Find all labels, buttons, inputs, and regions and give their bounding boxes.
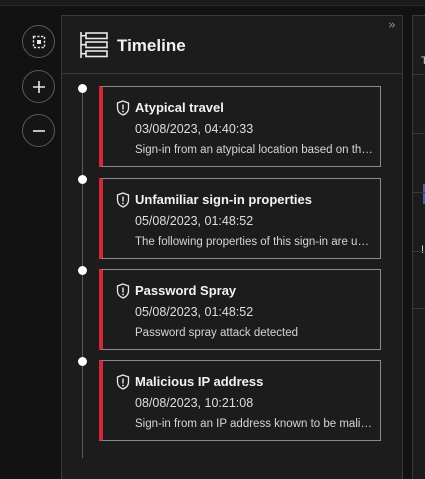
details-panel-label: T	[421, 55, 425, 67]
zoom-in-button[interactable]	[22, 70, 55, 103]
details-panel-divider	[413, 192, 425, 193]
timeline-dot	[78, 175, 87, 184]
top-bar	[0, 0, 425, 6]
fit-to-screen-button[interactable]	[22, 25, 55, 58]
minus-icon	[32, 129, 45, 132]
details-panel-label: I	[421, 244, 425, 256]
card-description: The following properties of this sign-in…	[135, 236, 375, 248]
shield-alert-icon	[116, 100, 130, 116]
timeline-card-password-spray[interactable]: Password Spray 05/08/2023, 01:48:52 Pass…	[99, 269, 381, 350]
details-panel: T I	[412, 15, 425, 479]
zoom-out-button[interactable]	[22, 114, 55, 147]
card-timestamp: 05/08/2023, 01:48:52	[135, 305, 254, 319]
shield-alert-icon	[116, 374, 130, 390]
card-description: Password spray attack detected	[135, 327, 298, 339]
card-title: Atypical travel	[135, 100, 224, 115]
card-timestamp: 08/08/2023, 10:21:08	[135, 396, 254, 410]
details-panel-divider	[413, 74, 425, 75]
card-title: Malicious IP address	[135, 374, 264, 389]
timeline-list-icon	[80, 32, 108, 58]
card-timestamp: 05/08/2023, 01:48:52	[135, 214, 254, 228]
timeline-card-atypical-travel[interactable]: Atypical travel 03/08/2023, 04:40:33 Sig…	[99, 86, 381, 167]
card-title: Password Spray	[135, 283, 237, 298]
card-description: Sign-in from an IP address known to be m…	[135, 418, 375, 430]
details-panel-divider	[413, 251, 425, 252]
shield-alert-icon	[116, 283, 130, 299]
details-panel-divider	[413, 308, 425, 309]
card-timestamp: 03/08/2023, 04:40:33	[135, 122, 254, 136]
timeline-dot	[78, 266, 87, 275]
panel-header: Timeline	[62, 16, 402, 74]
card-title: Unfamiliar sign-in properties	[135, 192, 312, 207]
details-panel-divider	[413, 133, 425, 134]
timeline-card-unfamiliar-sign-in[interactable]: Unfamiliar sign-in properties 05/08/2023…	[99, 178, 381, 259]
plus-icon	[32, 80, 45, 93]
panel-title: Timeline	[117, 36, 186, 55]
timeline-dot	[78, 84, 87, 93]
timeline-card-malicious-ip[interactable]: Malicious IP address 08/08/2023, 10:21:0…	[99, 360, 381, 441]
fit-to-screen-icon	[32, 35, 45, 48]
timeline-dot	[78, 357, 87, 366]
shield-alert-icon	[116, 192, 130, 208]
timeline-panel: » Timeline Atypical travel 03/08/2023, 0…	[61, 15, 403, 479]
card-description: Sign-in from an atypical location based …	[135, 144, 375, 156]
